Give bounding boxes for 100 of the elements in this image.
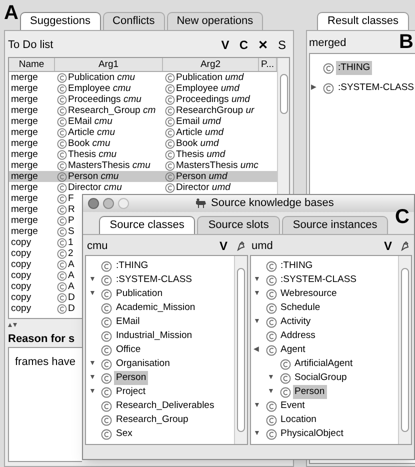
tree-item[interactable]: Activity	[278, 314, 313, 330]
class-icon	[57, 138, 67, 148]
tree-item[interactable]: Industrial_Mission	[114, 328, 194, 344]
table-row[interactable]: merge Book cmu Book umd	[9, 138, 277, 149]
tree-item[interactable]: :THING	[114, 258, 150, 274]
tree-item[interactable]: :SYSTEM-CLASS	[114, 272, 194, 288]
table-cell: merge	[11, 160, 38, 171]
toolbar-button[interactable]: V	[384, 237, 392, 255]
table-row[interactable]: merge Publication cmu Publication umd	[9, 72, 277, 83]
tree-item[interactable]: Sex	[114, 426, 134, 442]
table-row[interactable]: copy D	[9, 303, 75, 314]
table-row[interactable]: merge Person cmu Person umd	[9, 171, 277, 182]
table-row[interactable]: copy A	[9, 259, 74, 270]
class-icon	[165, 150, 175, 160]
tree-item[interactable]: Schedule	[278, 300, 322, 316]
class-icon	[101, 372, 112, 384]
tool-icon[interactable]	[400, 241, 410, 251]
tree-item[interactable]: Address	[278, 328, 318, 344]
scrollbar[interactable]	[234, 256, 246, 444]
table-row[interactable]: merge Employee cmu Employee umd	[9, 83, 277, 94]
tree-item[interactable]: Publication	[114, 286, 164, 302]
table-cell: Research_Group cm	[68, 105, 156, 116]
table-row[interactable]: merge EMail cmu Email umd	[9, 116, 277, 127]
table-row[interactable]: copy A	[9, 270, 74, 281]
tree-item[interactable]: ArtificialAgent	[292, 356, 355, 372]
table-cell: Publication cmu	[68, 72, 136, 83]
tree-item[interactable]: Organisation	[114, 356, 172, 372]
column-header[interactable]: Arg2	[163, 58, 259, 71]
column-header[interactable]: Name	[9, 58, 55, 71]
column-header[interactable]: Arg1	[55, 58, 163, 71]
class-icon	[165, 182, 175, 192]
class-icon	[57, 216, 67, 226]
zoom-icon[interactable]	[118, 198, 129, 209]
table-row[interactable]: copy A	[9, 281, 74, 292]
tab[interactable]: Source classes	[98, 216, 196, 234]
tree-item[interactable]: Location	[278, 412, 318, 428]
tree-item[interactable]: :SYSTEM-CLASS	[336, 80, 415, 96]
class-icon	[323, 62, 334, 74]
toolbar-button[interactable]: ✕	[258, 36, 268, 54]
tree-item[interactable]: Office	[114, 342, 143, 358]
table-row[interactable]: merge S	[9, 226, 74, 237]
class-icon	[280, 358, 290, 370]
toolbar-button[interactable]: V	[221, 36, 230, 54]
tree-item[interactable]: EMail	[114, 314, 142, 330]
toolbar-button[interactable]: V	[219, 237, 228, 255]
table-row[interactable]: merge R	[9, 204, 75, 215]
table-row[interactable]: merge Proceedings cmu Proceedings umd	[9, 94, 277, 105]
table-cell: Director cmu	[68, 182, 122, 193]
class-icon	[101, 344, 112, 356]
table-cell: merge	[11, 105, 38, 116]
table-row[interactable]: merge Thesis cmu Thesis umd	[9, 149, 277, 160]
tree-item[interactable]: Research_Group	[114, 412, 190, 428]
scrollbar[interactable]	[398, 256, 411, 444]
class-icon	[57, 128, 67, 138]
toolbar-button[interactable]: S	[278, 36, 286, 54]
tree-item[interactable]: Person	[114, 370, 148, 386]
tab[interactable]: Source instances	[282, 216, 388, 234]
tree-item[interactable]: :SYSTEM-CLASS	[278, 272, 359, 288]
minimize-icon[interactable]	[103, 198, 114, 209]
tree-item[interactable]: :THING	[278, 258, 315, 274]
class-icon	[57, 84, 67, 94]
tool-icon[interactable]	[236, 241, 246, 251]
toolbar-button[interactable]: C	[239, 36, 248, 54]
tree-item[interactable]: Agent	[278, 342, 308, 358]
tab[interactable]: Source slots	[197, 216, 280, 234]
tree-item[interactable]: Event	[278, 398, 307, 414]
tree-item[interactable]: Webresource	[278, 286, 339, 302]
class-icon	[101, 400, 112, 412]
class-icon	[57, 260, 67, 270]
table-row[interactable]: copy D	[9, 292, 75, 303]
tab[interactable]: Conflicts	[102, 12, 165, 30]
tree-item[interactable]: Project	[114, 384, 148, 400]
tree-item[interactable]: :THING	[336, 60, 372, 76]
table-row[interactable]: merge Research_Group cm ResearchGroup ur	[9, 105, 277, 116]
table-row[interactable]: merge Director cmu Director umd	[9, 182, 277, 193]
tree-item[interactable]: PhysicalObject	[278, 426, 346, 442]
tab[interactable]: New operations	[166, 12, 264, 30]
splitter-icon[interactable]	[8, 322, 17, 328]
class-icon	[57, 226, 67, 236]
table-cell: Employee umd	[176, 83, 240, 94]
tab[interactable]: Result classes	[316, 12, 410, 30]
table-row[interactable]: merge Article cmu Article umd	[9, 127, 277, 138]
table-row[interactable]: copy 2	[9, 248, 74, 259]
class-icon	[266, 288, 276, 300]
tree-item[interactable]: Academic_Mission	[114, 300, 198, 316]
table-row[interactable]: merge P	[9, 215, 74, 226]
scrollbar[interactable]	[277, 58, 289, 194]
table-row[interactable]: copy 1	[9, 237, 74, 248]
table-cell: Book umd	[176, 138, 219, 149]
table-row[interactable]: merge F	[9, 193, 74, 204]
table-row[interactable]: merge MastersThesis cmu MastersThesis umc	[9, 160, 277, 171]
class-icon	[101, 260, 112, 272]
tree-item[interactable]: Research_Deliverables	[114, 398, 216, 414]
class-icon	[266, 316, 276, 328]
tab[interactable]: Suggestions	[20, 12, 101, 30]
class-icon	[57, 194, 67, 204]
tree-item[interactable]: Person	[292, 384, 327, 400]
close-icon[interactable]	[88, 198, 99, 209]
tree-item[interactable]: SocialGroup	[292, 370, 349, 386]
table-cell: Article umd	[176, 127, 224, 138]
